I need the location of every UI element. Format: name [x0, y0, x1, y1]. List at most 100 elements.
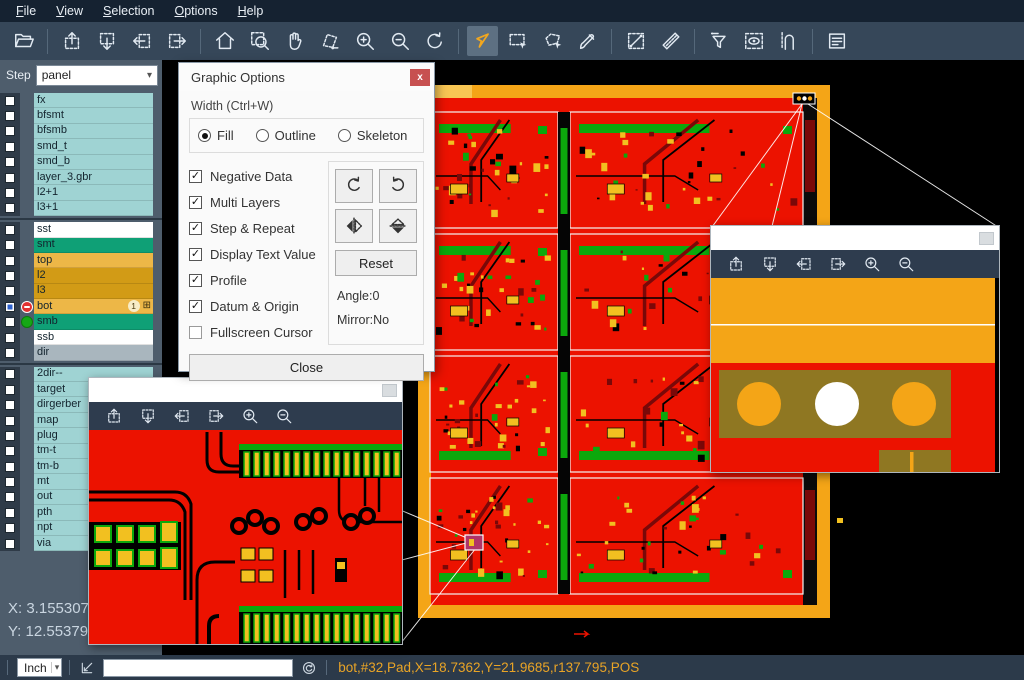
- layer-checkbox[interactable]: [5, 446, 15, 456]
- rotate-cw-button[interactable]: [335, 169, 373, 203]
- window-button-icon[interactable]: [382, 384, 397, 397]
- reset-button[interactable]: Reset: [335, 250, 417, 276]
- layer-label[interactable]: l2: [34, 268, 153, 283]
- layer-row-bfsmt[interactable]: bfsmt: [0, 108, 162, 123]
- magnifier2-view[interactable]: [711, 278, 999, 472]
- layer-checkbox[interactable]: [5, 523, 15, 533]
- layer-checkbox[interactable]: [5, 240, 15, 250]
- layer-checkbox[interactable]: [5, 477, 15, 487]
- layer-checkbox[interactable]: [5, 508, 15, 518]
- select-cursor-button[interactable]: [467, 26, 498, 56]
- pan-right-button[interactable]: [825, 252, 851, 276]
- window-button-icon[interactable]: [979, 232, 994, 245]
- layer-row-bot[interactable]: bot1⊞: [0, 299, 162, 314]
- layer-row-l3+1[interactable]: l3+1: [0, 201, 162, 216]
- pan-down-button[interactable]: [757, 252, 783, 276]
- zoom-out-button[interactable]: [271, 404, 297, 428]
- checkbox-negative-data[interactable]: ✓Negative Data: [189, 163, 328, 189]
- layer-checkbox[interactable]: [5, 188, 15, 198]
- layer-row-smd_b[interactable]: smd_b: [0, 155, 162, 170]
- report-button[interactable]: [821, 26, 852, 56]
- layer-label[interactable]: ssb: [34, 330, 153, 345]
- pan-up-button[interactable]: [101, 404, 127, 428]
- filter-button[interactable]: [703, 26, 734, 56]
- checkbox-step-repeat[interactable]: ✓Step & Repeat: [189, 215, 328, 241]
- layer-checkbox[interactable]: [5, 369, 15, 379]
- layer-row-bfsmb[interactable]: bfsmb: [0, 124, 162, 139]
- layer-row-smt[interactable]: smt: [0, 238, 162, 253]
- layer-label[interactable]: l2+1: [34, 185, 153, 200]
- checkbox-display-text-value[interactable]: ✓Display Text Value: [189, 241, 328, 267]
- layer-label[interactable]: smd_b: [34, 155, 153, 170]
- zoom-out-button[interactable]: [893, 252, 919, 276]
- brush-clean-button[interactable]: [572, 26, 603, 56]
- ruler-button[interactable]: [655, 26, 686, 56]
- zoom-window-button[interactable]: [244, 26, 275, 56]
- pan-up-button[interactable]: [56, 26, 87, 56]
- layer-row-fx[interactable]: fx: [0, 93, 162, 108]
- layer-checkbox[interactable]: [5, 173, 15, 183]
- flip-vertical-button[interactable]: [379, 209, 417, 243]
- pan-down-button[interactable]: [135, 404, 161, 428]
- close-button[interactable]: Close: [189, 354, 424, 381]
- radio-skeleton[interactable]: Skeleton: [338, 128, 408, 143]
- layer-label[interactable]: smb: [34, 314, 153, 329]
- layer-label[interactable]: sst: [34, 222, 153, 237]
- menu-item-selection[interactable]: Selection: [93, 0, 164, 22]
- zoom-in-button[interactable]: [349, 26, 380, 56]
- layer-checkbox[interactable]: [5, 462, 15, 472]
- checkbox-profile[interactable]: ✓Profile: [189, 267, 328, 293]
- menu-item-file[interactable]: File: [6, 0, 46, 22]
- layer-row-smb[interactable]: smb: [0, 314, 162, 329]
- checkbox-datum-origin[interactable]: ✓Datum & Origin: [189, 293, 328, 319]
- layer-label[interactable]: layer_3.gbr: [34, 170, 153, 185]
- layer-label[interactable]: smt: [34, 238, 153, 253]
- layer-checkbox[interactable]: [5, 225, 15, 235]
- layer-label[interactable]: l3+1: [34, 201, 153, 216]
- grid-icon[interactable]: ⊞: [143, 301, 151, 311]
- menu-item-help[interactable]: Help: [228, 0, 274, 22]
- layer-checkbox[interactable]: [5, 317, 15, 327]
- checkbox-fullscreen-cursor[interactable]: Fullscreen Cursor: [189, 319, 328, 345]
- layer-label[interactable]: l3: [34, 284, 153, 299]
- layer-checkbox[interactable]: [5, 256, 15, 266]
- layer-label[interactable]: bfsmb: [34, 124, 153, 139]
- zoom-in-button[interactable]: [859, 252, 885, 276]
- pan-right-button[interactable]: [203, 404, 229, 428]
- layer-row-layer_3.gbr[interactable]: layer_3.gbr: [0, 170, 162, 185]
- pan-up-button[interactable]: [723, 252, 749, 276]
- layer-row-l2[interactable]: l2: [0, 268, 162, 283]
- corner-snap-icon[interactable]: [77, 658, 97, 678]
- flip-horizontal-button[interactable]: [335, 209, 373, 243]
- snap-button[interactable]: [773, 26, 804, 56]
- pan-down-button[interactable]: [91, 26, 122, 56]
- layer-checkbox[interactable]: [5, 286, 15, 296]
- layer-label[interactable]: smd_t: [34, 139, 153, 154]
- layer-label[interactable]: dir: [34, 345, 153, 360]
- command-input[interactable]: [103, 659, 293, 677]
- rect-select-button[interactable]: [502, 26, 533, 56]
- magnifier1-view[interactable]: [89, 430, 402, 644]
- layer-checkbox[interactable]: [5, 333, 15, 343]
- layer-row-dir[interactable]: dir: [0, 345, 162, 360]
- pan-left-button[interactable]: [169, 404, 195, 428]
- poly-select-button[interactable]: [537, 26, 568, 56]
- pan-left-button[interactable]: [126, 26, 157, 56]
- step-select[interactable]: panel ▾: [36, 65, 158, 86]
- layer-checkbox[interactable]: [5, 416, 15, 426]
- magnifier2-title-bar[interactable]: [711, 226, 999, 250]
- pan-left-button[interactable]: [791, 252, 817, 276]
- layer-checkbox[interactable]: [5, 126, 15, 136]
- layer-row-smd_t[interactable]: smd_t: [0, 139, 162, 154]
- layer-checkbox[interactable]: [5, 142, 15, 152]
- layer-row-top[interactable]: top: [0, 253, 162, 268]
- layer-checkbox[interactable]: [5, 111, 15, 121]
- layer-checkbox[interactable]: [5, 539, 15, 549]
- home-button[interactable]: [209, 26, 240, 56]
- layer-label[interactable]: fx: [34, 93, 153, 108]
- rotate-ccw-button[interactable]: [379, 169, 417, 203]
- zoom-previous-button[interactable]: [419, 26, 450, 56]
- pan-hand-button[interactable]: [279, 26, 310, 56]
- layer-checkbox[interactable]: [5, 96, 15, 106]
- layer-checkbox[interactable]: [5, 431, 15, 441]
